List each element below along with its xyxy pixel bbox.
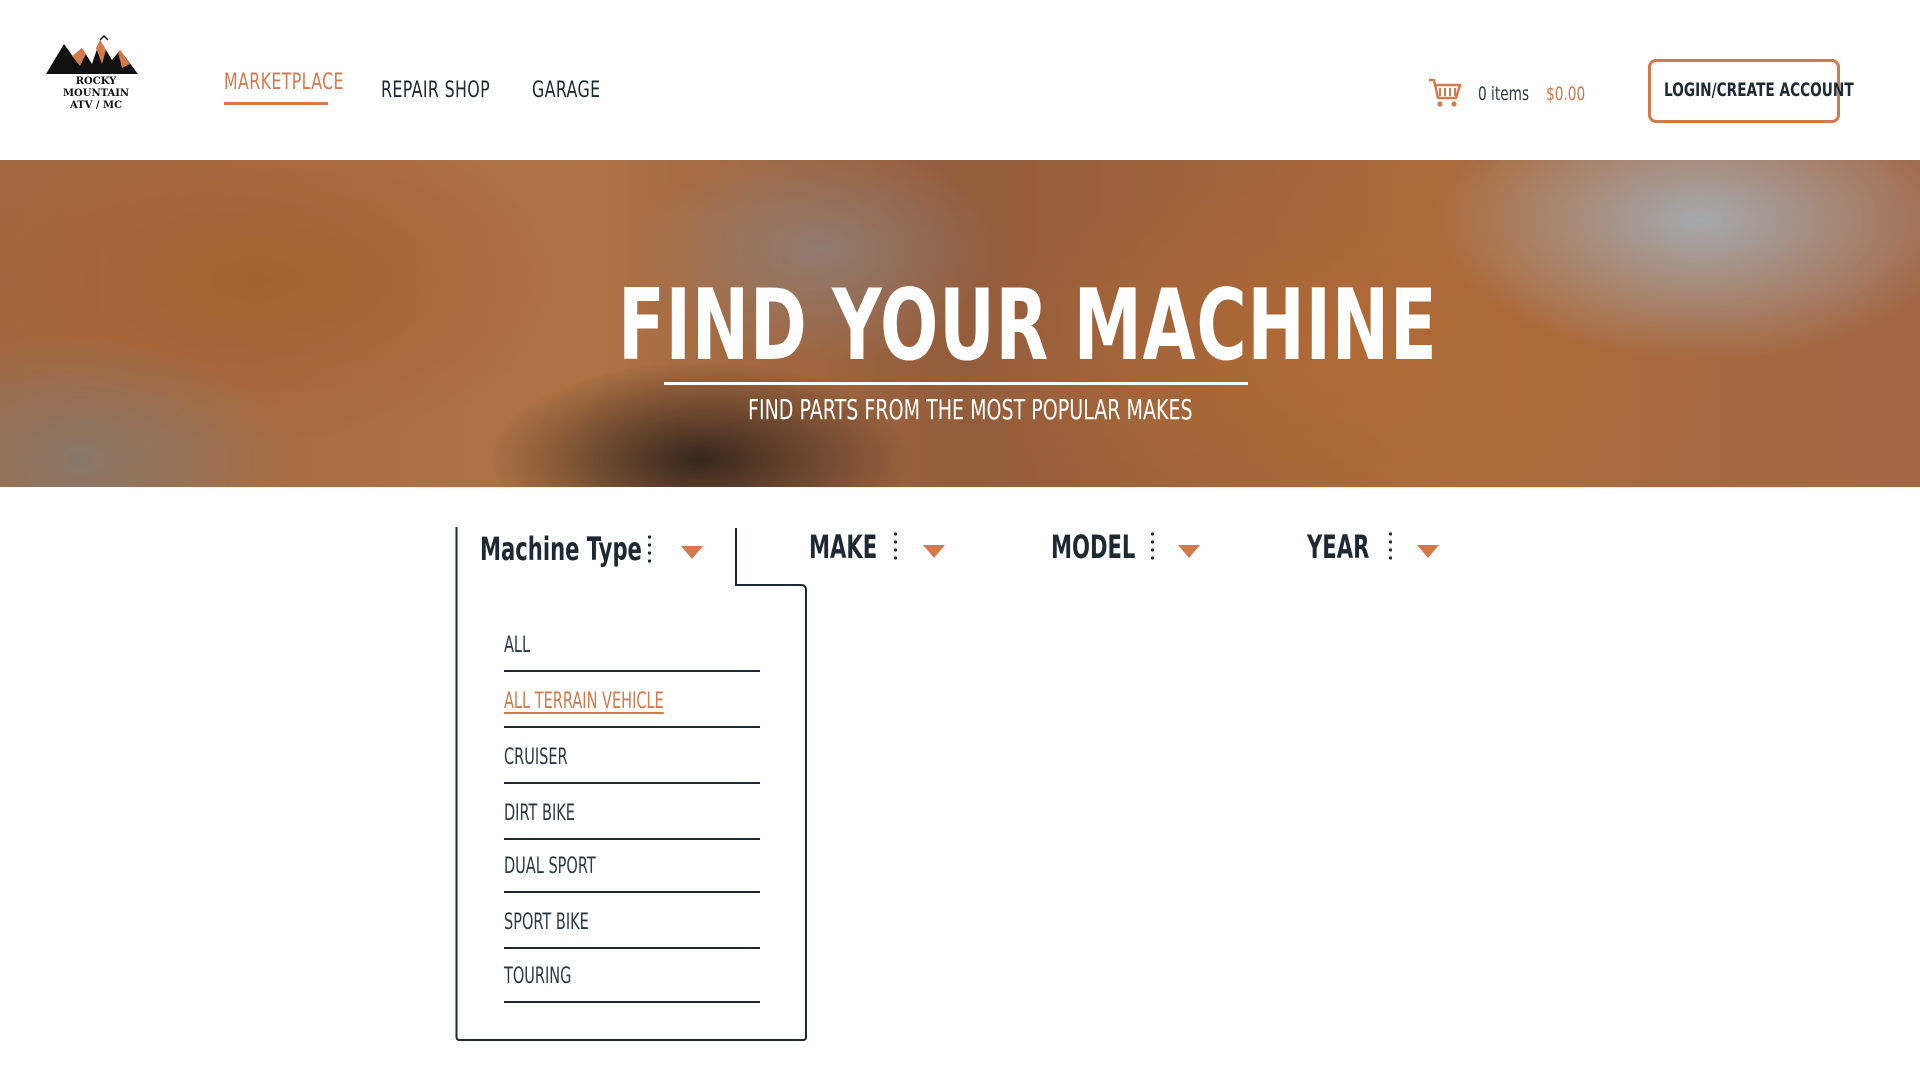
option-separator [504,1001,760,1003]
hero-banner: FIND YOUR MACHINE FIND PARTS FROM THE MO… [0,160,1920,487]
caret-down-icon[interactable] [1178,545,1200,558]
option-separator [504,670,760,672]
option-separator [504,838,760,840]
option-separator [504,947,760,949]
year-label[interactable]: YEAR [1307,528,1369,566]
brand-name: ROCKY MOUNTAIN ATV / MC [42,76,150,112]
login-button-label: LOGIN/CREATE ACCOUNT [1664,79,1854,101]
hero-divider [664,382,1248,385]
login-create-account-button[interactable]: LOGIN/CREATE ACCOUNT [1648,59,1854,123]
brand-line-2: ATV / MC [69,100,123,111]
model-divider [1151,530,1154,564]
machine-type-divider [648,533,651,567]
caret-down-icon[interactable] [1417,545,1439,558]
model-label[interactable]: MODEL [1051,528,1135,566]
make-divider [894,530,897,564]
option-dual-sport[interactable]: DUAL SPORT [504,854,596,879]
option-sport-bike[interactable]: SPORT BIKE [504,910,589,935]
brand-line-1: ROCKY MOUNTAIN [62,76,130,99]
option-dirt-bike[interactable]: DIRT BIKE [504,801,575,826]
nav-active-underline [224,102,328,105]
option-cruiser[interactable]: CRUISER [504,745,568,770]
machine-type-label[interactable]: Machine Type [480,530,642,568]
option-all-terrain-vehicle[interactable]: ALL TERRAIN VEHICLE [504,689,664,714]
brand-logo[interactable]: ROCKY MOUNTAIN ATV / MC [42,34,152,111]
option-separator [504,891,760,893]
cart-item-count[interactable]: 0 items [1478,83,1529,105]
option-touring[interactable]: TOURING [504,964,571,989]
shopping-cart-icon[interactable] [1428,78,1462,112]
cart-total[interactable]: $0.00 [1546,83,1585,105]
caret-down-icon[interactable] [923,545,945,558]
make-label[interactable]: MAKE [809,528,877,566]
site-header: ROCKY MOUNTAIN ATV / MC MARKETPLACE REPA… [0,0,1920,160]
hero-subtitle: FIND PARTS FROM THE MOST POPULAR MAKES [748,393,1193,426]
option-separator [504,726,760,728]
nav-repair-shop[interactable]: REPAIR SHOP [381,78,490,103]
year-divider [1389,530,1392,564]
caret-down-icon[interactable] [681,546,703,559]
mountain-logo-icon [46,34,138,74]
option-separator [504,782,760,784]
nav-garage[interactable]: GARAGE [532,78,600,103]
nav-marketplace[interactable]: MARKETPLACE [224,70,344,95]
hero-title: FIND YOUR MACHINE [618,269,1438,383]
option-all[interactable]: ALL [504,633,530,658]
